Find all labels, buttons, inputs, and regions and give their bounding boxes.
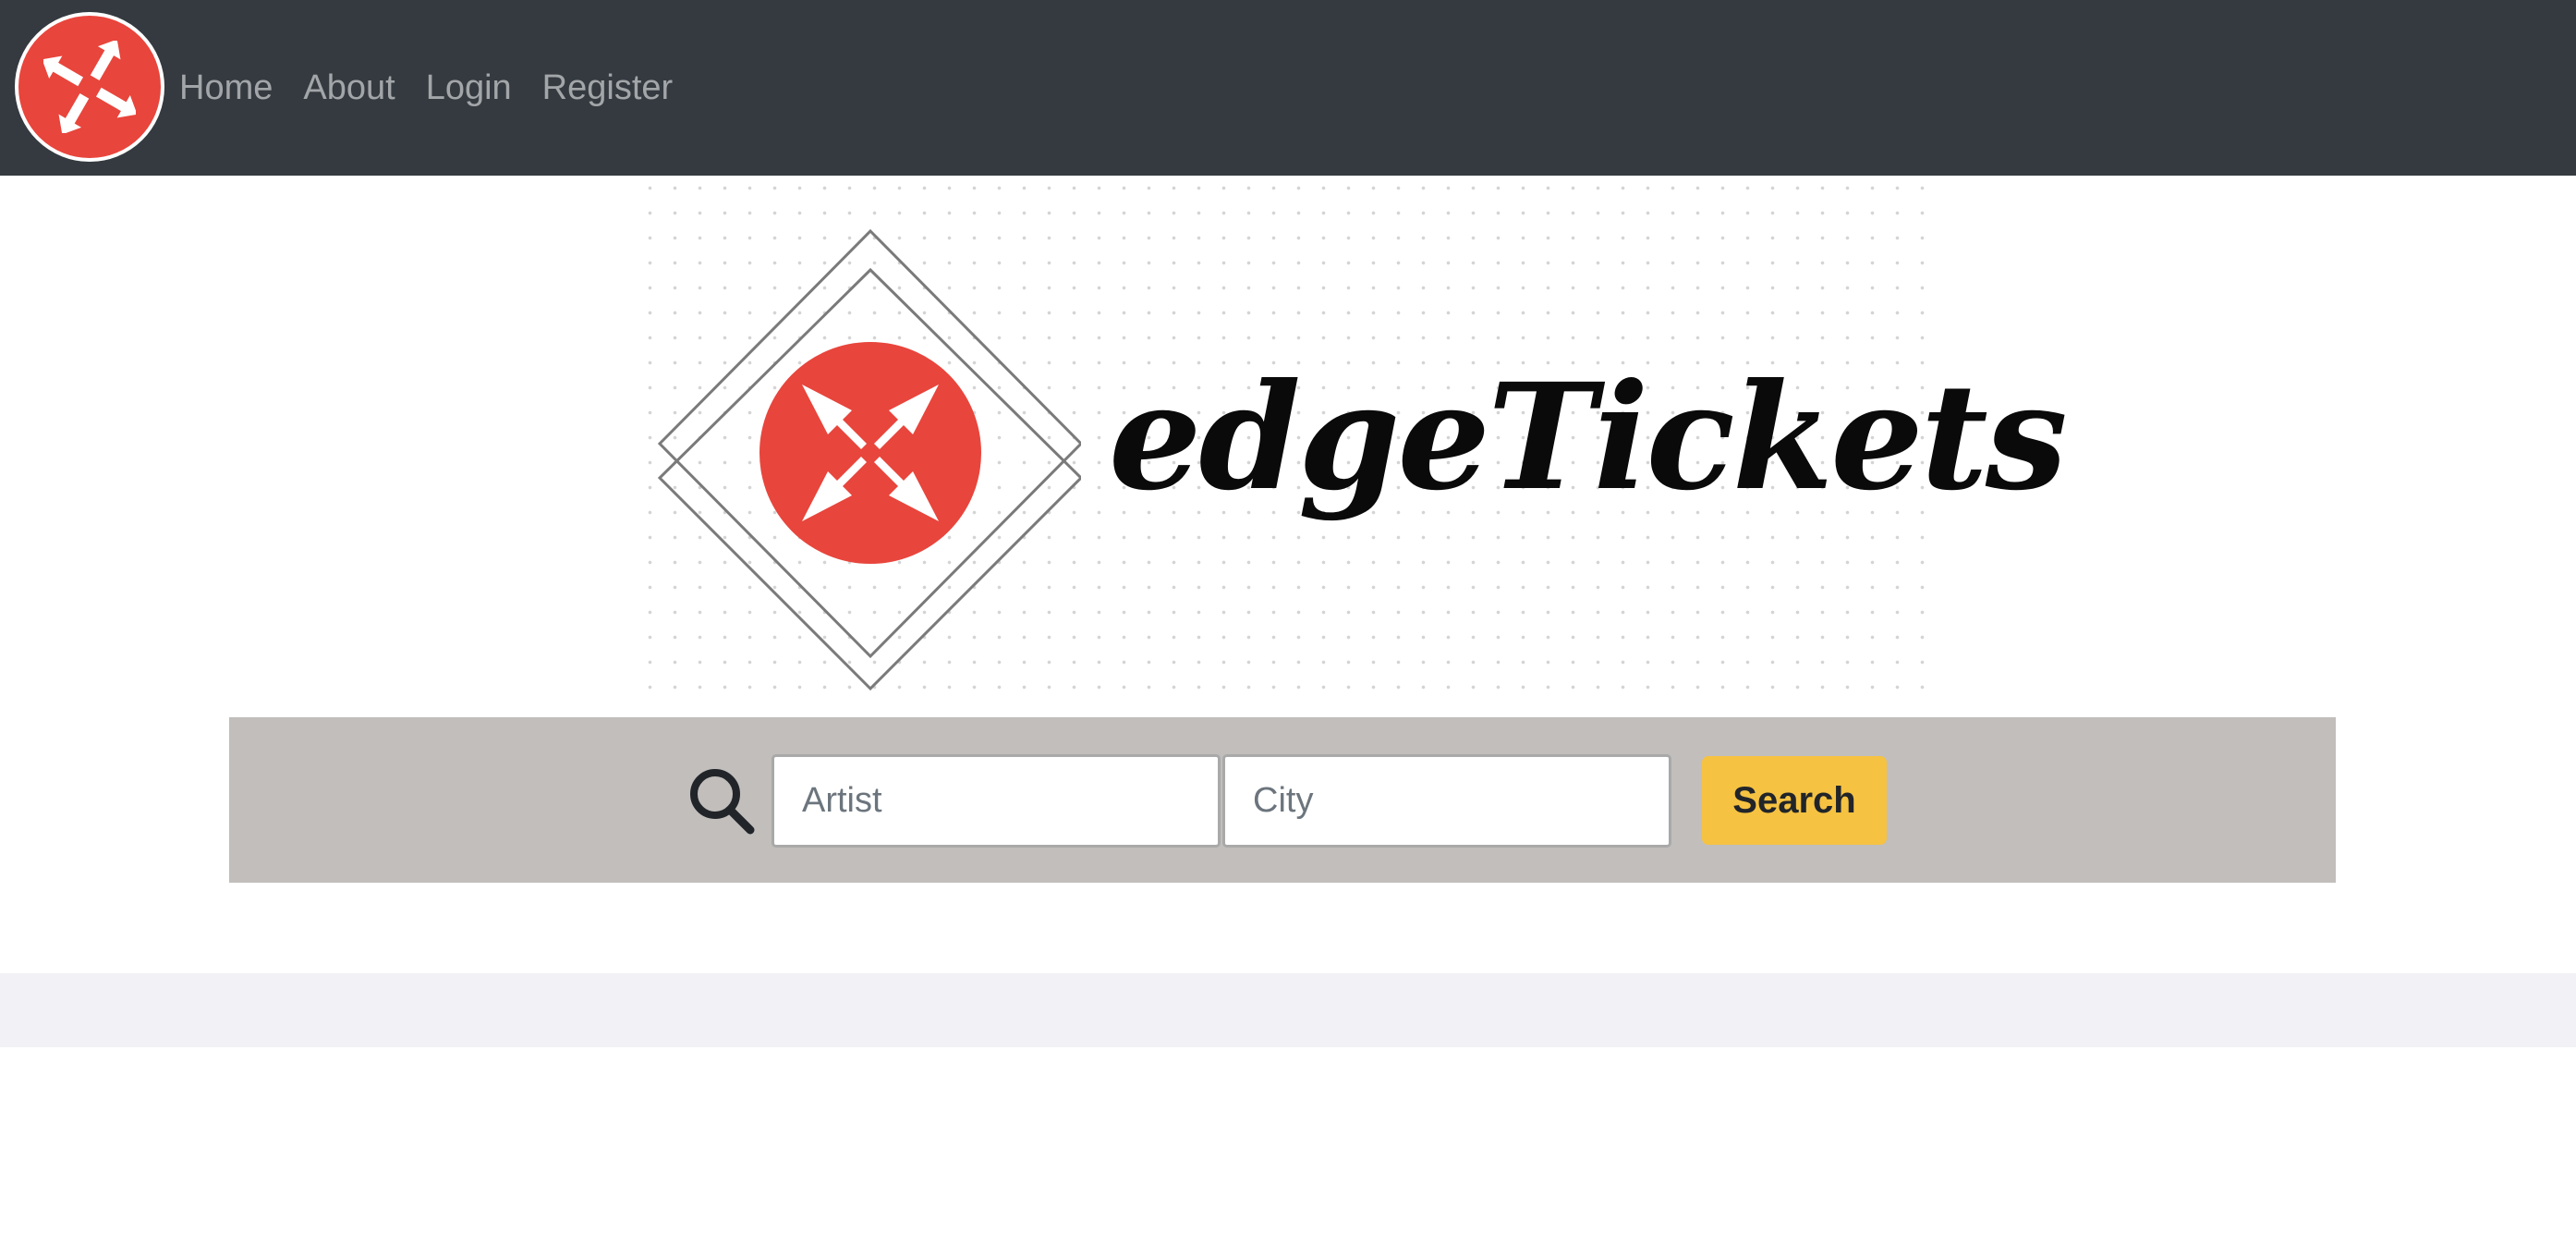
- footer-band: [0, 973, 2576, 1047]
- expand-arrows-icon: [43, 41, 136, 133]
- hero-logo-circle: [759, 342, 981, 564]
- navbar: Home About Login Register: [0, 0, 2576, 176]
- nav-links: Home About Login Register: [179, 0, 703, 176]
- artist-input[interactable]: [772, 754, 1221, 848]
- nav-link-register[interactable]: Register: [542, 70, 674, 105]
- nav-link-home[interactable]: Home: [179, 70, 273, 105]
- city-input[interactable]: [1222, 754, 1671, 848]
- nav-link-login[interactable]: Login: [426, 70, 512, 105]
- brand-logo-link[interactable]: [15, 12, 164, 162]
- search-button[interactable]: Search: [1702, 756, 1887, 845]
- hero-banner: edgeTickets: [638, 176, 2068, 707]
- brand-name: edgeTickets: [1109, 352, 2068, 523]
- hero-logo-emblem: [657, 228, 1081, 691]
- nav-link-about[interactable]: About: [303, 70, 395, 105]
- search-icon: [690, 769, 755, 835]
